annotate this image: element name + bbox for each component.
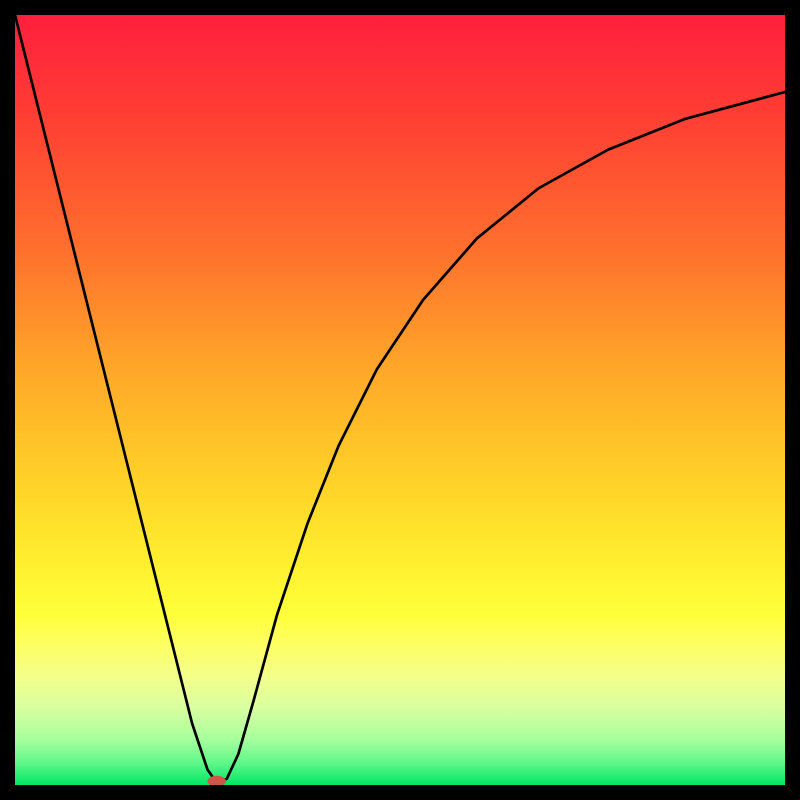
gradient-background bbox=[15, 15, 785, 785]
chart-frame: TheBottleneck.com bbox=[15, 15, 785, 785]
bottleneck-chart bbox=[15, 15, 785, 785]
